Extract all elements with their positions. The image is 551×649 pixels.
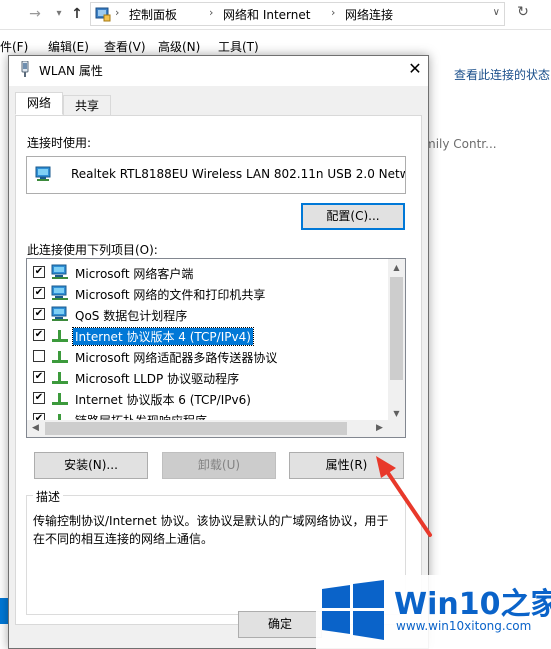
forward-icon[interactable]: →: [26, 5, 44, 23]
qos-scheduler-icon: [51, 306, 68, 321]
list-item[interactable]: ✔ Microsoft LLDP 协议驱动程序: [27, 367, 389, 388]
uninstall-button[interactable]: 卸载(U): [162, 452, 276, 479]
item-checkbox[interactable]: ✔: [33, 266, 45, 278]
network-client-icon: [51, 264, 68, 279]
watermark-url: www.win10xitong.com: [396, 619, 532, 633]
list-item[interactable]: ✔ Microsoft 网络的文件和打印机共享: [27, 283, 389, 304]
recent-locations-icon[interactable]: ▾: [50, 5, 68, 23]
connect-using-label: 连接时使用:: [27, 136, 92, 150]
menu-advanced[interactable]: 高级(N): [158, 38, 200, 55]
windows-logo-icon: [322, 580, 384, 640]
item-label: Internet 协议版本 6 (TCP/IPv6): [75, 393, 251, 407]
wlan-adapter-icon: [21, 61, 29, 77]
list-item[interactable]: Microsoft 网络适配器多路传送器协议: [27, 346, 389, 367]
list-item[interactable]: ✔ Microsoft 网络客户端: [27, 262, 389, 283]
menu-edit[interactable]: 编辑(E): [48, 38, 89, 55]
refresh-icon[interactable]: ↻: [512, 4, 534, 24]
item-checkbox[interactable]: ✔: [33, 287, 45, 299]
background-connection-text: mily Contr...: [424, 137, 497, 151]
item-label: Microsoft 网络适配器多路传送器协议: [75, 351, 278, 365]
install-button[interactable]: 安装(N)...: [34, 452, 148, 479]
item-checkbox[interactable]: ✔: [33, 392, 45, 404]
horizontal-scrollbar[interactable]: ◀ ▶: [27, 420, 405, 437]
scroll-right-icon[interactable]: ▶: [371, 420, 388, 437]
address-bar-area: → ▾ ↑ › 控制面板 › 网络和 Internet › 网络连接 ∨ ↻: [0, 0, 551, 30]
list-item[interactable]: ✔ QoS 数据包计划程序: [27, 304, 389, 325]
scroll-left-icon[interactable]: ◀: [27, 420, 44, 437]
protocol-icon: [52, 393, 68, 405]
up-arrow-icon[interactable]: ↑: [68, 5, 86, 23]
scroll-thumb[interactable]: [45, 422, 347, 435]
protocol-icon: [52, 351, 68, 363]
view-status-command[interactable]: 查看此连接的状态: [454, 66, 550, 83]
adapter-display: Realtek RTL8188EU Wireless LAN 802.11n U…: [26, 156, 406, 194]
breadcrumb-separator: ›: [331, 6, 336, 19]
scroll-up-icon[interactable]: ▲: [388, 259, 405, 276]
control-panel-icon: [95, 7, 111, 22]
protocol-icon: [52, 372, 68, 384]
breadcrumb-control-panel[interactable]: 控制面板: [129, 6, 177, 23]
ok-button[interactable]: 确定: [238, 611, 322, 638]
selection-strip: [0, 598, 8, 624]
list-item[interactable]: ✔ Internet 协议版本 6 (TCP/IPv6): [27, 388, 389, 409]
item-label: QoS 数据包计划程序: [75, 309, 188, 323]
breadcrumb-separator: ›: [209, 6, 214, 19]
item-checkbox[interactable]: ✔: [33, 371, 45, 383]
item-checkbox[interactable]: [33, 350, 45, 362]
vertical-scrollbar[interactable]: ▲ ▼: [388, 259, 405, 422]
description-text: 传输控制协议/Internet 协议。该协议是默认的广域网络协议，用于在不同的相…: [33, 514, 389, 546]
address-field[interactable]: › 控制面板 › 网络和 Internet › 网络连接 ∨: [90, 2, 505, 26]
tab-network[interactable]: 网络: [15, 92, 63, 115]
item-checkbox[interactable]: ✔: [33, 329, 45, 341]
tab-sharing[interactable]: 共享: [63, 95, 111, 116]
adapter-name: Realtek RTL8188EU Wireless LAN 802.11n U…: [71, 167, 406, 181]
configure-button[interactable]: 配置(C)...: [301, 203, 405, 230]
chevron-down-icon[interactable]: ∨: [493, 7, 500, 18]
protocol-icon: [52, 330, 68, 342]
item-label: Microsoft LLDP 协议驱动程序: [75, 372, 240, 386]
wlan-properties-dialog: WLAN 属性 ✕ 网络 共享 连接时使用: Realtek RTL8188EU…: [8, 55, 429, 649]
menu-tools[interactable]: 工具(T): [218, 38, 259, 55]
dialog-title: WLAN 属性: [39, 64, 103, 78]
item-label: Internet 协议版本 4 (TCP/IPv4): [72, 327, 254, 346]
item-label: Microsoft 网络客户端: [75, 267, 194, 281]
description-title: 描述: [33, 488, 64, 505]
menu-file[interactable]: 件(F): [0, 38, 28, 55]
file-printer-sharing-icon: [51, 285, 68, 300]
dialog-body: 网络 共享 连接时使用: Realtek RTL8188EU Wireless …: [9, 86, 428, 648]
watermark: Win10之家 www.win10xitong.com: [316, 575, 551, 649]
close-icon[interactable]: ✕: [404, 58, 426, 80]
items-list-label: 此连接使用下列项目(O):: [27, 243, 158, 257]
breadcrumb-network-connections[interactable]: 网络连接: [345, 6, 393, 23]
breadcrumb-network-internet[interactable]: 网络和 Internet: [223, 6, 310, 23]
network-tab-panel: 连接时使用: Realtek RTL8188EU Wireless LAN 80…: [15, 115, 422, 625]
item-checkbox[interactable]: ✔: [33, 308, 45, 320]
list-item-selected[interactable]: ✔ Internet 协议版本 4 (TCP/IPv4): [27, 325, 389, 346]
properties-button[interactable]: 属性(R): [289, 452, 404, 479]
breadcrumb-separator: ›: [115, 6, 120, 19]
menu-view[interactable]: 查看(V): [104, 38, 146, 55]
item-label: Microsoft 网络的文件和打印机共享: [75, 288, 266, 302]
watermark-brand: Win10之家: [394, 587, 551, 622]
components-list[interactable]: ✔ Microsoft 网络客户端 ✔ Microsoft 网络的文件和打印机共…: [26, 258, 406, 438]
scroll-thumb[interactable]: [390, 277, 403, 380]
network-adapter-icon: [35, 166, 51, 181]
